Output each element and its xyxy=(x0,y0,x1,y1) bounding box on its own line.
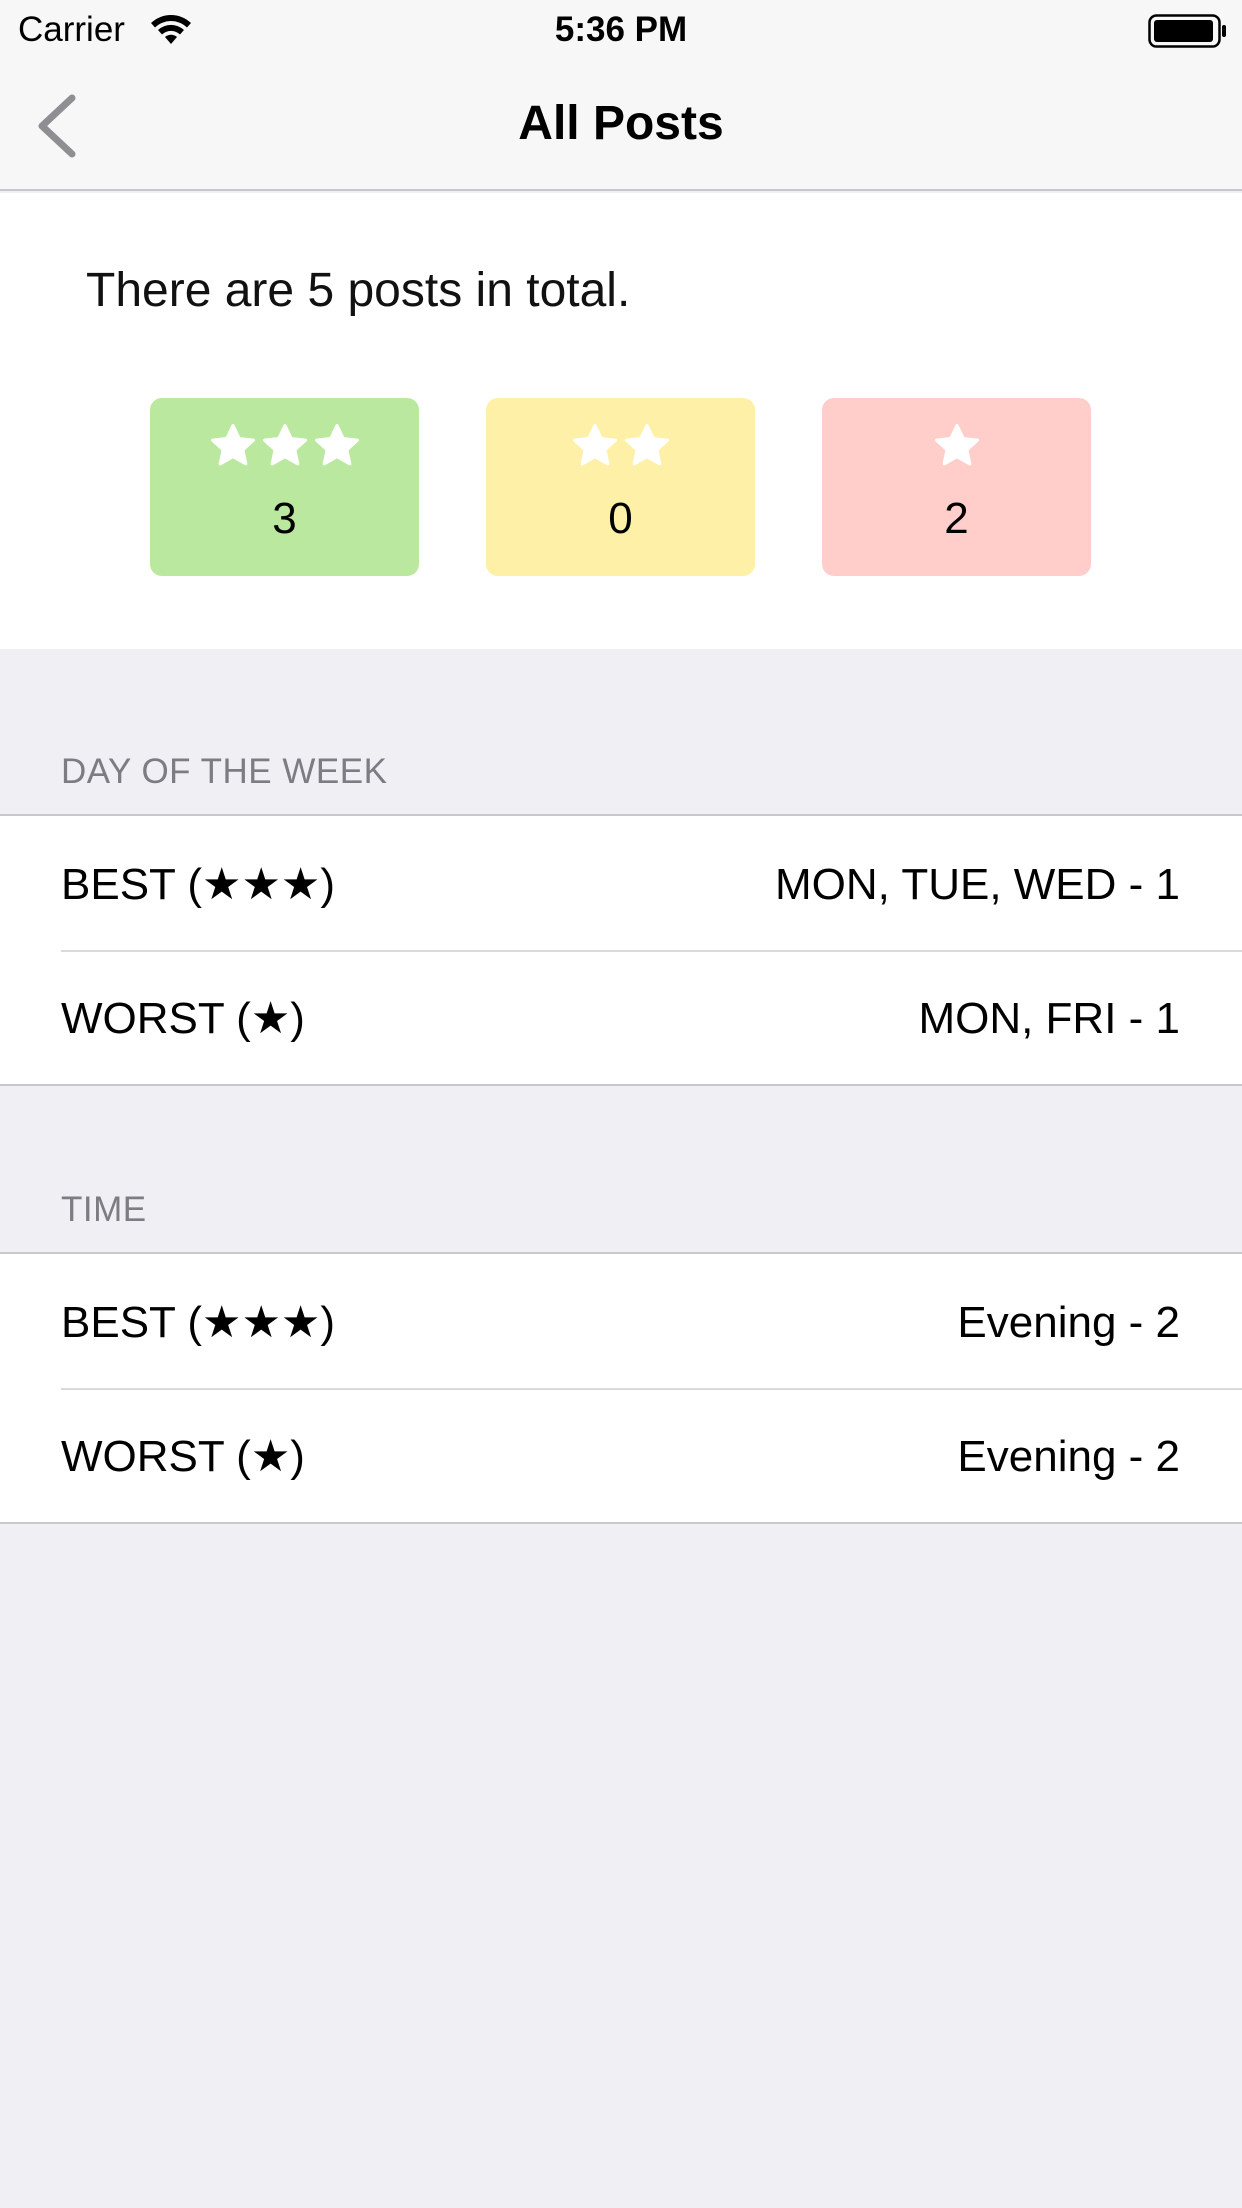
star-icon xyxy=(210,424,255,466)
navigation-bar: All Posts xyxy=(0,60,1242,191)
row-value: MON, TUE, WED - 1 xyxy=(775,860,1180,909)
total-posts-text: There are 5 posts in total. xyxy=(86,264,631,317)
section-header-time: TIME xyxy=(61,1190,147,1229)
row-label: BEST (★★★) xyxy=(61,1298,335,1347)
one-star-tile: 2 xyxy=(822,398,1091,576)
row-label: WORST (★) xyxy=(61,994,305,1043)
star-rating xyxy=(822,422,1091,470)
day-of-week-group: BEST (★★★) MON, TUE, WED - 1 WORST (★) M… xyxy=(0,814,1242,1086)
table-row-time-worst[interactable]: WORST (★) Evening - 2 xyxy=(0,1388,1242,1522)
status-bar: Carrier 5:36 PM xyxy=(0,0,1242,60)
star-icon xyxy=(314,424,359,466)
row-value: Evening - 2 xyxy=(957,1298,1180,1347)
star-rating xyxy=(150,422,419,470)
three-star-tile: 3 xyxy=(150,398,419,576)
time-group: BEST (★★★) Evening - 2 WORST (★) Evening… xyxy=(0,1252,1242,1524)
two-star-count: 0 xyxy=(608,494,633,543)
row-value: MON, FRI - 1 xyxy=(918,994,1180,1043)
row-value: Evening - 2 xyxy=(957,1432,1180,1481)
one-star-count: 2 xyxy=(944,494,969,543)
three-star-count: 3 xyxy=(272,494,297,543)
star-icon xyxy=(262,424,307,466)
summary-panel: There are 5 posts in total. 3 0 2 xyxy=(0,193,1242,649)
table-row-day-worst[interactable]: WORST (★) MON, FRI - 1 xyxy=(0,950,1242,1084)
table-row-day-best[interactable]: BEST (★★★) MON, TUE, WED - 1 xyxy=(0,816,1242,950)
battery-icon xyxy=(1148,14,1226,48)
star-icon xyxy=(572,424,617,466)
status-time: 5:36 PM xyxy=(554,10,688,49)
row-label: BEST (★★★) xyxy=(61,860,335,909)
two-star-tile: 0 xyxy=(486,398,755,576)
table-row-time-best[interactable]: BEST (★★★) Evening - 2 xyxy=(0,1254,1242,1388)
section-header-day-of-week: DAY OF THE WEEK xyxy=(61,752,388,791)
page-title: All Posts xyxy=(518,97,724,150)
star-icon xyxy=(934,424,979,466)
row-label: WORST (★) xyxy=(61,1432,305,1481)
star-icon xyxy=(624,424,669,466)
star-rating xyxy=(486,422,755,470)
